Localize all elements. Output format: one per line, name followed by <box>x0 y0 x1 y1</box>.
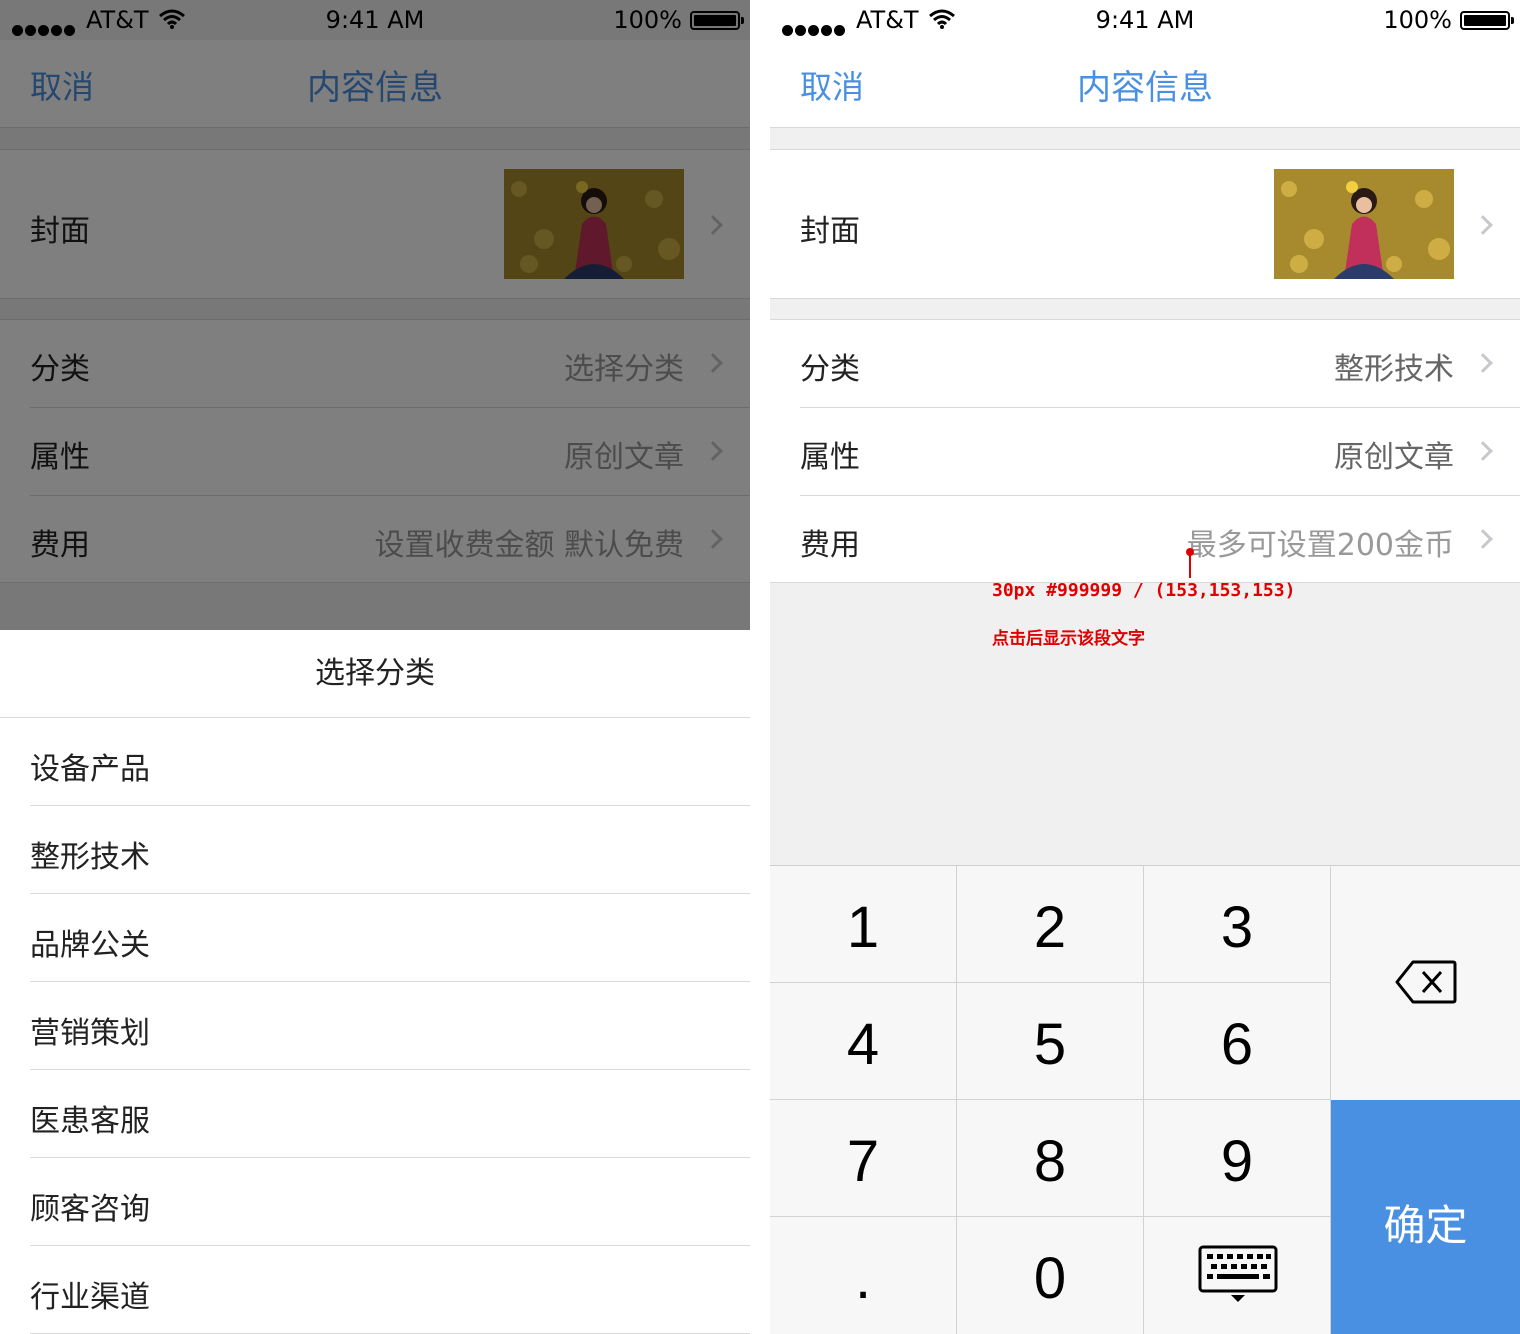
sheet-item[interactable]: 品牌公关 <box>0 894 750 982</box>
sheet-item[interactable]: 营销策划 <box>0 982 750 1070</box>
status-bar: AT&T 9:41 AM 100% <box>0 0 750 40</box>
key-4[interactable]: 4 <box>770 983 957 1100</box>
sheet-item[interactable]: 医患客服 <box>0 1070 750 1158</box>
key-1[interactable]: 1 <box>770 866 957 983</box>
category-sheet: 选择分类 设备产品 整形技术 品牌公关 营销策划 医患客服 顾客咨询 行业渠道 <box>0 630 750 1334</box>
fee-row[interactable]: 费用 最多可设置200金币 <box>770 496 1520 584</box>
sheet-item-label: 设备产品 <box>30 752 150 787</box>
form-list: 分类 整形技术 属性 原创文章 费用 最多可设置200金币 <box>770 319 1520 583</box>
key-label: . <box>854 1246 872 1311</box>
fee-input[interactable]: 最多可设置200金币 <box>1187 520 1454 564</box>
key-0[interactable]: 0 <box>957 1217 1144 1334</box>
key-label: 4 <box>846 1012 880 1077</box>
key-7[interactable]: 7 <box>770 1100 957 1217</box>
nav-bar: 取消 内容信息 <box>770 40 1520 128</box>
attribute-label: 属性 <box>800 440 860 475</box>
chevron-right-icon <box>1473 441 1493 461</box>
chevron-right-icon <box>1473 529 1493 549</box>
keyboard-dismiss-button[interactable] <box>1144 1217 1331 1334</box>
key-label: 1 <box>846 895 880 960</box>
key-label: 5 <box>1033 1012 1067 1077</box>
battery-icon <box>690 11 744 30</box>
key-6[interactable]: 6 <box>1144 983 1331 1100</box>
key-2[interactable]: 2 <box>957 866 1144 983</box>
chevron-right-icon <box>1473 215 1493 235</box>
key-9[interactable]: 9 <box>1144 1100 1331 1217</box>
key-8[interactable]: 8 <box>957 1100 1144 1217</box>
key-3[interactable]: 3 <box>1144 866 1331 983</box>
sheet-item-label: 营销策划 <box>30 1016 150 1051</box>
backspace-icon <box>1395 960 1457 1004</box>
sheet-item[interactable]: 整形技术 <box>0 806 750 894</box>
key-label: 3 <box>1220 895 1254 960</box>
battery-percent: 100% <box>613 6 682 34</box>
category-row[interactable]: 分类 整形技术 <box>770 320 1520 408</box>
attribute-value: 原创文章 <box>1334 440 1454 475</box>
backspace-button[interactable] <box>1331 866 1520 1100</box>
status-bar: AT&T 9:41 AM 100% <box>770 0 1520 40</box>
screen-category-picker: 取消 内容信息 封面 分类 选择分类 <box>0 0 750 1334</box>
sheet-item-label: 行业渠道 <box>30 1280 150 1315</box>
sheet-item[interactable]: 顾客咨询 <box>0 1158 750 1246</box>
modal-dim-overlay[interactable] <box>0 0 750 630</box>
key-label: 7 <box>846 1129 880 1194</box>
battery-icon <box>1460 11 1514 30</box>
confirm-label: 确定 <box>1383 1201 1468 1250</box>
sheet-item[interactable]: 设备产品 <box>0 718 750 806</box>
sheet-item[interactable]: 行业渠道 <box>0 1246 750 1334</box>
chevron-right-icon <box>1473 353 1493 373</box>
key-label: 2 <box>1033 895 1067 960</box>
category-value: 整形技术 <box>1334 352 1454 387</box>
annotation-note: 点击后显示该段文字 <box>992 629 1145 649</box>
key-decimal[interactable]: . <box>770 1217 957 1334</box>
page-title: 内容信息 <box>1077 68 1213 108</box>
sheet-title: 选择分类 <box>0 630 750 718</box>
battery-percent: 100% <box>1383 6 1452 34</box>
keyboard-dismiss-icon <box>1198 1245 1278 1302</box>
sheet-item-label: 顾客咨询 <box>30 1192 150 1227</box>
sheet-item-label: 品牌公关 <box>30 928 150 963</box>
key-label: 6 <box>1220 1012 1254 1077</box>
fee-label: 费用 <box>800 528 860 563</box>
category-label: 分类 <box>800 352 860 387</box>
numeric-keypad: 1 2 3 4 5 6 7 8 9 . 0 确定 <box>770 865 1520 1334</box>
key-label: 8 <box>1033 1129 1067 1194</box>
cover-row[interactable]: 封面 <box>770 149 1520 299</box>
screen-fee-input: AT&T 9:41 AM 100% 取消 内容信息 封面 分类 整形技术 属性 … <box>770 0 1520 1334</box>
sheet-item-label: 医患客服 <box>30 1104 150 1139</box>
attribute-row[interactable]: 属性 原创文章 <box>770 408 1520 496</box>
cover-image <box>1274 169 1454 279</box>
cover-label: 封面 <box>800 214 860 249</box>
key-label: 0 <box>1033 1246 1067 1311</box>
key-label: 9 <box>1220 1129 1254 1194</box>
sheet-item-label: 整形技术 <box>30 840 150 875</box>
annotation-leader-line <box>1189 552 1191 578</box>
confirm-button[interactable]: 确定 <box>1331 1100 1520 1334</box>
annotation-spec: 30px #999999 / (153,153,153) <box>992 580 1296 601</box>
key-5[interactable]: 5 <box>957 983 1144 1100</box>
